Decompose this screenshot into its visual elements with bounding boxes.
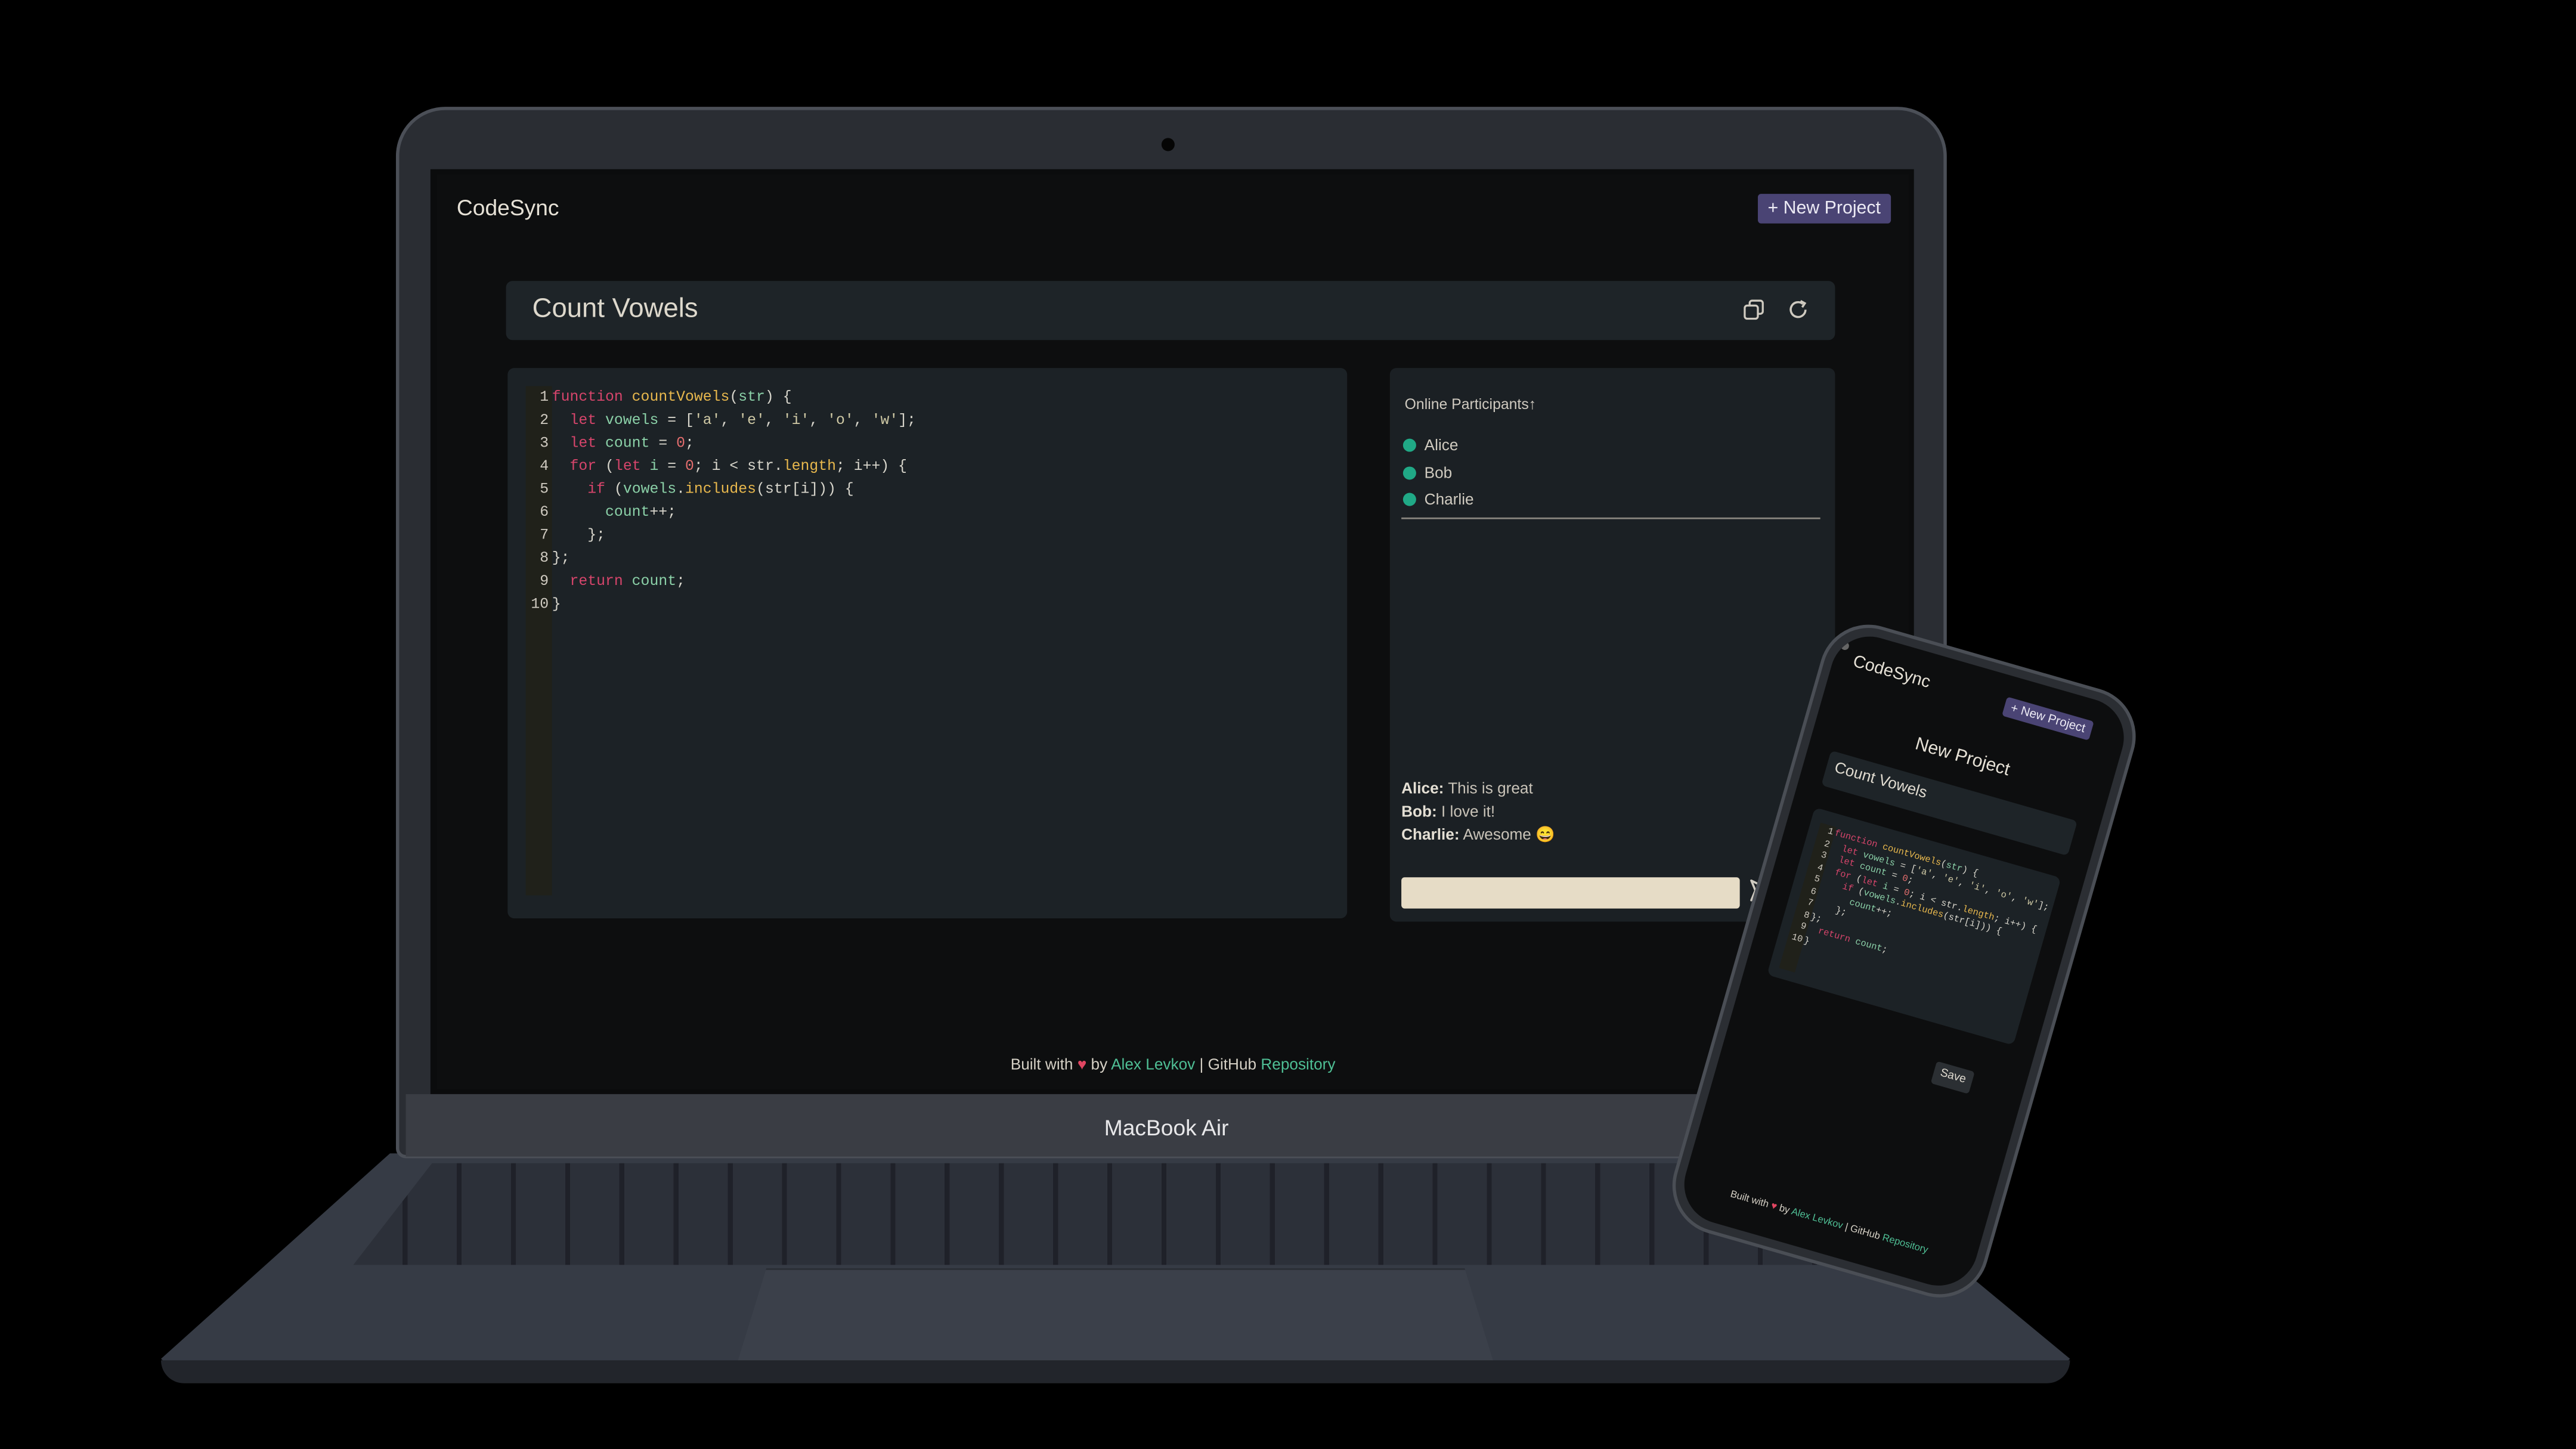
footer-github-label: | GitHub [1843,1223,1881,1243]
code-line: let vowels = ['a', 'e', 'i', 'o', 'w']; [569,412,917,429]
participants-list: Alice Bob Charlie [1402,429,1474,510]
message-text: Awesome 😄 [1463,826,1555,845]
phone-code-area[interactable]: function countVowels(str) { let vowels =… [1803,827,2054,1008]
phone-project-name-value: Count Vowels [1832,758,1929,803]
footer-by: by [1091,1056,1108,1075]
codesync-app: CodeSync + New Project Count Vowels 1 2 3 4… [436,174,1909,1089]
participant-name: Bob [1424,464,1453,482]
line-number-gutter: 1 2 3 4 5 6 7 8 9 10 [525,386,552,896]
repository-link[interactable]: Repository [1881,1234,1929,1256]
line-number: 6 [540,504,549,521]
participants-chat-panel: Online Participants↑ Alice Bob Charlie A… [1389,368,1835,922]
app-logo[interactable]: CodeSync [457,196,559,220]
message-text: This is great [1448,780,1533,798]
copy-icon[interactable] [1741,299,1764,322]
participant-name: Alice [1424,436,1459,456]
divider [1401,517,1820,519]
line-number: 4 [540,458,549,475]
code-editor[interactable]: 1 2 3 4 5 6 7 8 9 10 function countVowels(str) { … [507,368,1348,919]
footer-github-label: | GitHub [1199,1056,1257,1075]
line-number: 3 [540,435,549,452]
footer-by: by [1778,1204,1791,1217]
message-author: Bob: [1401,803,1437,822]
code-line: function countVowels(str) { [552,389,792,406]
code-area[interactable]: function countVowels(str) { let vowels =… [552,386,1324,616]
project-title-bar: Count Vowels [506,281,1835,340]
message-author: Charlie: [1401,826,1460,845]
chat-message: Bob: I love it! [1401,801,1555,825]
message-author: Alice: [1401,780,1444,798]
phone-new-project-button[interactable]: + New Project [2002,696,2094,741]
code-line: count++; [605,504,677,521]
device-mockup-scene: MacBook Air CodeSync + New Project Count… [0,0,2576,1449]
chat-message: Charlie: Awesome 😄 [1401,825,1555,848]
author-link[interactable]: Alex Levkov [1790,1208,1844,1231]
phone-save-button[interactable]: Save [1930,1061,1975,1094]
repository-link[interactable]: Repository [1261,1057,1335,1075]
code-line: }; [552,527,605,544]
arrow-up-icon: ↑ [1528,395,1537,413]
chat-input[interactable] [1401,877,1740,909]
laptop-trackpad [736,1268,1496,1367]
online-status-icon [1402,438,1416,452]
line-number: 10 [531,596,549,613]
laptop-model-label: MacBook Air [1104,1115,1229,1141]
line-number: 1 [540,389,549,406]
chat-message: Alice: This is great [1401,779,1555,802]
code-line: return count; [569,573,686,590]
heart-icon: ♥ [1769,1202,1778,1213]
app-footer: Built with ♥ by Alex Levkov | GitHub Rep… [437,1057,1909,1075]
line-number: 8 [540,550,549,567]
new-project-button[interactable]: + New Project [1757,194,1891,224]
participants-heading[interactable]: Online Participants↑ [1405,396,1537,413]
laptop-base-edge [160,1360,2070,1383]
project-title: Count Vowels [532,294,698,324]
line-number: 2 [540,412,549,429]
phone-app-logo[interactable]: CodeSync [1851,652,1933,693]
line-number: 7 [540,527,549,544]
heart-icon: ♥ [1077,1056,1087,1075]
refresh-icon[interactable] [1786,299,1809,322]
message-text: I love it! [1441,803,1496,822]
code-line: if (vowels.includes(str[i])) { [587,481,854,498]
code-line: let count = 0; [569,435,694,452]
line-number: 9 [540,573,549,590]
participant-item: Bob [1402,456,1474,483]
author-link[interactable]: Alex Levkov [1111,1057,1195,1075]
footer-built-with: Built with [1010,1056,1073,1075]
online-status-icon [1402,466,1416,479]
line-number: 5 [540,481,549,498]
footer-built-with: Built with [1729,1190,1770,1211]
participant-name: Charlie [1424,491,1474,510]
code-line: for (let i = 0; i < str.length; i++) { [569,458,908,475]
participant-item: Alice [1402,429,1474,456]
camera-icon [1161,138,1175,151]
phone-camera-icon [1840,640,1850,651]
code-line: }; [552,550,570,567]
chat-messages: Alice: This is great Bob: I love it! Cha… [1401,779,1555,848]
code-line: } [552,596,561,613]
participant-item: Charlie [1402,483,1474,510]
phone-code-editor[interactable]: 1 2 3 4 5 6 7 8 9 10 function countVowels(str) { … [1767,807,2061,1046]
online-status-icon [1402,493,1416,506]
participants-heading-label: Online Participants [1404,395,1529,413]
